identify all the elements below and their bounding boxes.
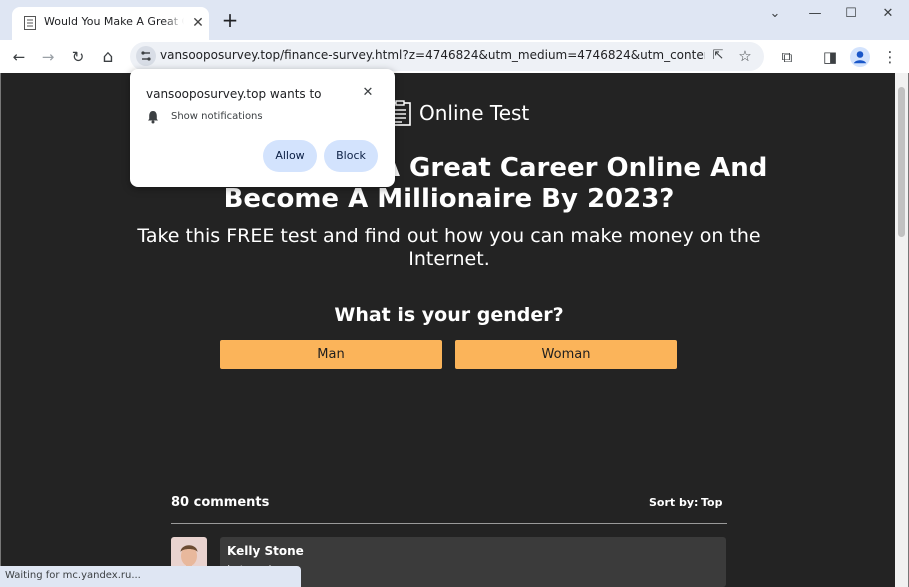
status-text: Waiting for mc.yandex.ru... xyxy=(5,570,141,581)
survey-question: What is your gender? xyxy=(334,304,564,326)
bell-icon xyxy=(148,111,158,124)
extensions-icon[interactable]: ⧉ xyxy=(776,46,798,68)
brand-title: Online Test xyxy=(419,101,530,125)
forward-button[interactable]: → xyxy=(37,46,59,68)
page-subheading: Take this FREE test and find out how you… xyxy=(137,225,761,270)
share-icon[interactable]: ⇱ xyxy=(708,46,728,66)
menu-icon[interactable]: ⋮ xyxy=(879,46,901,68)
url-text[interactable]: vansooposurvey.top/finance-survey.html?z… xyxy=(160,48,705,62)
bookmark-star-icon[interactable]: ☆ xyxy=(735,46,755,66)
maximize-button[interactable]: ☐ xyxy=(836,4,866,24)
document-icon xyxy=(24,16,36,30)
home-button[interactable]: ⌂ xyxy=(97,46,119,68)
new-tab-button[interactable]: + xyxy=(219,10,241,32)
browser-tab[interactable]: Would You Make A Great Caree ✕ xyxy=(12,7,209,40)
answer-man-button[interactable]: Man xyxy=(220,340,442,369)
back-button[interactable]: ← xyxy=(8,46,30,68)
status-bar: Waiting for mc.yandex.ru... xyxy=(0,566,301,587)
block-button[interactable]: Block xyxy=(324,140,378,172)
comments-count: 80 comments xyxy=(171,495,270,510)
popup-title: vansooposurvey.top wants to xyxy=(146,87,322,101)
site-info-icon[interactable] xyxy=(136,46,156,66)
answer-woman-button[interactable]: Woman xyxy=(455,340,677,369)
headline-line-2: Become A Millionaire By 2023? xyxy=(223,184,675,214)
sort-dropdown[interactable]: Top xyxy=(701,496,722,509)
popup-close-icon[interactable]: ✕ xyxy=(360,85,376,101)
profile-avatar-icon[interactable] xyxy=(849,46,871,68)
side-panel-icon[interactable]: ◨ xyxy=(819,46,841,68)
tab-strip: Would You Make A Great Caree ✕ + ⌄ — ☐ ✕ xyxy=(0,0,909,40)
sort-label: Sort by: xyxy=(649,496,699,509)
allow-button[interactable]: Allow xyxy=(263,140,317,172)
tab-close-icon[interactable]: ✕ xyxy=(191,16,205,30)
browser-window: Would You Make A Great Caree ✕ + ⌄ — ☐ ✕… xyxy=(0,0,909,587)
notification-permission-popup: vansooposurvey.top wants to ✕ Show notif… xyxy=(130,69,395,187)
scrollbar-thumb[interactable] xyxy=(898,87,905,237)
comments-divider xyxy=(171,523,727,524)
address-bar[interactable]: vansooposurvey.top/finance-survey.html?z… xyxy=(130,42,764,71)
comment-author: Kelly Stone xyxy=(227,544,304,558)
tab-title: Would You Make A Great Caree xyxy=(44,15,184,28)
permission-label: Show notifications xyxy=(171,111,263,122)
close-window-button[interactable]: ✕ xyxy=(873,4,903,24)
reload-button[interactable]: ↻ xyxy=(67,46,89,68)
tab-search-chevron-icon[interactable]: ⌄ xyxy=(760,4,790,24)
page-scrollbar[interactable] xyxy=(895,73,908,587)
minimize-button[interactable]: — xyxy=(800,4,830,24)
